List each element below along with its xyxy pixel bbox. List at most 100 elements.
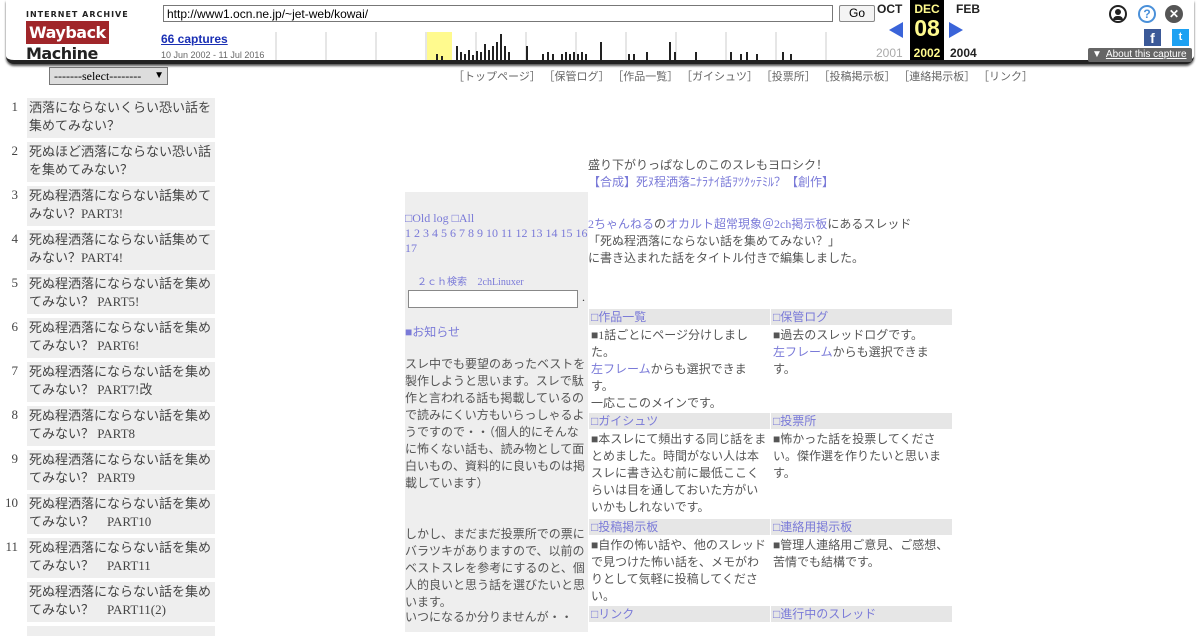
thread-number: 10 xyxy=(5,495,18,510)
next-capture-arrow-icon[interactable] xyxy=(949,22,963,38)
list-item[interactable]: 1 洒落にならないくらい恐い話を集めてみない？ xyxy=(0,98,220,138)
thread-title[interactable]: 死ぬ程洒落にならない話を集めてみない？ PART5! xyxy=(27,274,215,314)
gaishutsu-heading-link[interactable]: □ガイシュツ xyxy=(589,413,770,429)
works-box: □作品一覧 ■1話ごとにページ分けしました。 左フレームからも選択できます。 一応こ… xyxy=(589,309,770,412)
nav-voting[interactable]: ［投票所］ xyxy=(761,71,816,83)
left-frame-link[interactable]: 左フレーム xyxy=(591,362,651,376)
intro-text-fragment: にあるスレッド xyxy=(827,217,912,231)
log-box: □保管ログ ■過去のスレッドログです。 左フレームからも選択できます。 xyxy=(771,309,952,378)
facebook-icon[interactable]: f xyxy=(1144,29,1161,46)
post-box: □投稿掲示板 ■自作の怖い話や、他のスレッドで見つけた怖い話を、メモがわりとして… xyxy=(589,519,770,605)
thread-title[interactable]: 死ぬ程洒落にならない話を集めてみない？ PART8 xyxy=(27,406,215,446)
contact-box: □連絡用掲示板 ■管理人連絡用ご意見、ご感想、苦情でも結構です。 xyxy=(771,519,952,571)
list-item[interactable]: 4 死ぬ程洒落にならない話集めてみない？PART4! xyxy=(0,230,220,270)
2chlinuxer-link[interactable]: 2chLinuxer xyxy=(478,277,524,288)
thread-title[interactable]: 死ぬ程洒落にならない話を集めてみない？ PART10 xyxy=(27,494,215,534)
sister-thread-link[interactable]: 【合成】死ﾇ程洒落ﾆﾅﾗﾅｲ話ｦﾂｸｯﾃﾐﾙ？【創作】 xyxy=(588,174,911,191)
search-input[interactable] xyxy=(408,290,578,308)
occult-board-link[interactable]: オカルト超常現象＠2ch掲示板 xyxy=(666,217,827,231)
prev-month[interactable]: OCT xyxy=(877,2,902,16)
list-item[interactable]: 死ぬ程洒落にならない話を集めてみない？ PART11(2) xyxy=(0,582,220,622)
thread-title[interactable]: 死ぬ程洒落にならない話集めてみない？PART4! xyxy=(27,230,215,270)
select-value: -------select-------- xyxy=(54,69,142,83)
list-item[interactable]: 3 死ぬ程洒落にならない話集めてみない？PART3! xyxy=(0,186,220,226)
intro-text: 盛り下がりっぱなしのこのスレもヨロシク！ 【合成】死ﾇ程洒落ﾆﾅﾗﾅｲ話ｦﾂｸｯ… xyxy=(588,157,911,267)
news-paragraph: スレ中でも要望のあったベストを製作しようと思います。スレで駄作と言われる話も掲載… xyxy=(405,357,586,490)
url-input[interactable]: http://www1.ocn.ne.jp/~jet-web/kowai/ xyxy=(163,5,833,22)
next-year[interactable]: 2004 xyxy=(950,46,977,60)
thread-number: 1 xyxy=(11,99,19,114)
left-frame: -------select-------- ▼ 1 洒落にならないくらい恐い話を… xyxy=(0,64,220,636)
chevron-down-icon: ▼ xyxy=(154,70,164,81)
current-day: 08 xyxy=(914,15,940,41)
user-icon[interactable] xyxy=(1109,5,1127,23)
nav-contact-board[interactable]: ［連絡掲示板］ xyxy=(898,71,975,83)
thread-title[interactable]: 死ぬ程洒落にならない話を集めてみない？ PART7!改 xyxy=(27,362,215,402)
list-item[interactable]: 5 死ぬ程洒落にならない話を集めてみない？ PART5! xyxy=(0,274,220,314)
works-heading-link[interactable]: □作品一覧 xyxy=(589,309,770,325)
intro-text-fragment: の xyxy=(654,217,667,231)
gaishutsu-desc: ■本スレにて頻出する同じ話をまとめました。時間がない人は本スレに書き込む前に最低… xyxy=(591,432,767,514)
captures-link[interactable]: 66 captures xyxy=(161,32,228,46)
logo-machine: Machine xyxy=(26,44,98,63)
list-item[interactable]: 6 死ぬ程洒落にならない話を集めてみない？ PART6! xyxy=(0,318,220,358)
search-dot: . xyxy=(582,290,585,304)
thread-title[interactable]: 死ぬ程洒落にならない話集めてみない？PART3! xyxy=(27,186,215,226)
nav-top-page[interactable]: ［トップページ］ xyxy=(453,71,541,83)
log-heading-link[interactable]: □保管ログ xyxy=(771,309,952,325)
capture-sparkline[interactable] xyxy=(271,32,871,60)
left-frame-link[interactable]: 左フレーム xyxy=(773,345,833,359)
capture-range: 10 Jun 2002 - 11 Jul 2016 xyxy=(161,50,265,60)
prev-year[interactable]: 2001 xyxy=(876,46,903,60)
2ch-link[interactable]: 2ちゃんねる xyxy=(588,217,654,231)
page-links[interactable]: 1 2 3 4 5 6 7 8 9 10 11 12 13 14 15 16 1… xyxy=(405,226,588,256)
thread-title[interactable]: 死ぬ程洒落にならない話を集めてみない？ PART11 xyxy=(27,538,215,578)
nav-links[interactable]: ［リンク］ xyxy=(978,71,1033,83)
top-navigation: ［トップページ］ ［保管ログ］ ［作品一覧］ ［ガイシュツ］ ［投票所］ ［投稿… xyxy=(453,68,1033,84)
nav-gaishutsu[interactable]: ［ガイシュツ］ xyxy=(681,71,758,83)
prev-capture-arrow-icon[interactable] xyxy=(889,22,903,38)
sparkline-current-year xyxy=(427,32,452,60)
list-item[interactable]: 11 死ぬ程洒落にならない話を集めてみない？ PART11 xyxy=(0,538,220,578)
vote-box: □投票所 ■怖かった話を投票してください。傑作選を作りたいと思います。 xyxy=(771,413,952,482)
post-desc: ■自作の怖い話や、他のスレッドで見つけた怖い話を、メモがわりとして気軽に投稿して… xyxy=(591,538,766,603)
thread-title[interactable]: 死ぬほど洒落にならない恐い話を集めてみない？ xyxy=(27,142,215,182)
contact-heading-link[interactable]: □連絡用掲示板 xyxy=(771,519,952,535)
thread-title[interactable]: 死ぬ程洒落にならない話を集めてみない？ PART11(2) xyxy=(27,582,215,622)
logo-text: INTERNET ARCHIVE xyxy=(26,10,129,19)
vote-heading-link[interactable]: □投票所 xyxy=(771,413,952,429)
go-button[interactable]: Go xyxy=(839,5,875,22)
list-item-partial xyxy=(27,626,215,636)
list-item[interactable]: 2 死ぬほど洒落にならない恐い話を集めてみない？ xyxy=(0,142,220,182)
next-month[interactable]: FEB xyxy=(956,2,980,16)
link-heading-link[interactable]: □リンク xyxy=(589,606,770,622)
nav-archive-log[interactable]: ［保管ログ］ xyxy=(544,71,610,83)
works-desc: ■1話ごとにページ分けしました。 xyxy=(591,328,749,359)
active-thread-heading-link[interactable]: □進行中のスレッド xyxy=(771,606,952,622)
thread-number: 2 xyxy=(11,143,19,158)
post-heading-link[interactable]: □投稿掲示板 xyxy=(589,519,770,535)
logo-wayback: Wayback xyxy=(26,21,109,44)
old-log-links[interactable]: □Old log □All xyxy=(405,211,474,226)
help-icon[interactable]: ? xyxy=(1138,5,1156,23)
intro-line: に書き込まれた話をタイトル付きで編集しました。 xyxy=(588,251,865,265)
thread-title[interactable]: 死ぬ程洒落にならない話を集めてみない？ PART6! xyxy=(27,318,215,358)
nav-post-board[interactable]: ［投稿掲示板］ xyxy=(819,71,896,83)
close-icon[interactable]: ✕ xyxy=(1165,5,1183,23)
list-item[interactable]: 10 死ぬ程洒落にならない話を集めてみない？ PART10 xyxy=(0,494,220,534)
list-item[interactable]: 8 死ぬ程洒落にならない話を集めてみない？ PART8 xyxy=(0,406,220,446)
vote-desc: ■怖かった話を投票してください。傑作選を作りたいと思います。 xyxy=(773,432,942,480)
twitter-icon[interactable]: t xyxy=(1172,29,1189,46)
about-capture-button[interactable]: ▼ About this capture xyxy=(1088,48,1192,62)
info-column: □Old log □All 1 2 3 4 5 6 7 8 9 10 11 12… xyxy=(405,192,588,632)
2ch-search-link[interactable]: ２ｃｈ検索 xyxy=(417,277,467,288)
thread-title[interactable]: 洒落にならないくらい恐い話を集めてみない？ xyxy=(27,98,215,138)
thread-select[interactable]: -------select-------- ▼ xyxy=(49,67,168,85)
nav-works-list[interactable]: ［作品一覧］ xyxy=(612,71,678,83)
list-item[interactable]: 9 死ぬ程洒落にならない話を集めてみない？ PART9 xyxy=(0,450,220,490)
thread-title[interactable]: 死ぬ程洒落にならない話を集めてみない？ PART9 xyxy=(27,450,215,490)
thread-number: 5 xyxy=(11,275,19,290)
list-item[interactable]: 7 死ぬ程洒落にならない話を集めてみない？ PART7!改 xyxy=(0,362,220,402)
works-desc: 一応ここのメインです。 xyxy=(591,396,722,410)
wayback-logo[interactable]: INTERNET ARCHIVE WaybackMachine xyxy=(26,10,130,63)
